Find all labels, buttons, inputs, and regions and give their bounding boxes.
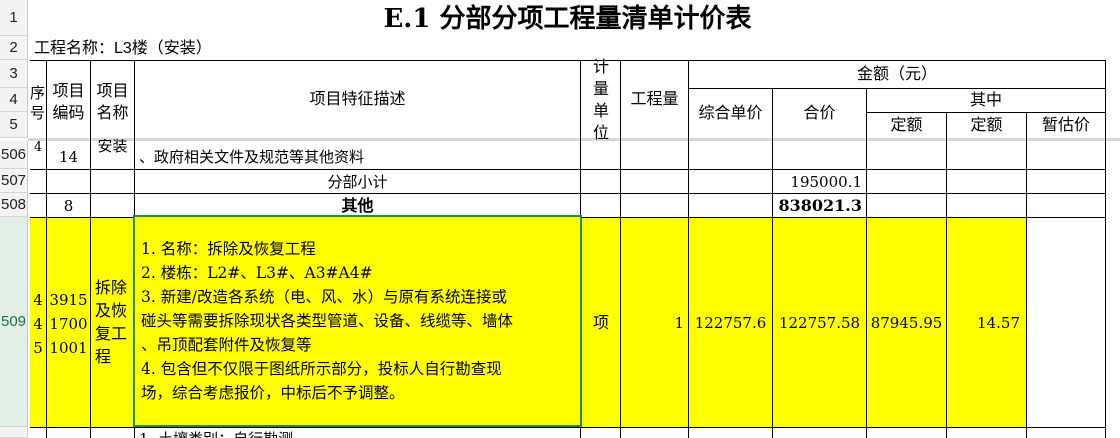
row509-item-name[interactable]: 拆除 及恢 复工 程 bbox=[91, 272, 134, 372]
row506-desc[interactable]: 、政府相关文件及规范等其他资料 bbox=[135, 146, 580, 168]
row-header-509[interactable]: 509 bbox=[0, 217, 28, 427]
header-of-which[interactable]: 其中 bbox=[867, 88, 1105, 112]
row509-seq[interactable]: 4 4 5 bbox=[30, 288, 46, 360]
row-509-bottom bbox=[30, 427, 1105, 428]
row509-name-line: 程 bbox=[95, 347, 112, 366]
row-header-507[interactable]: 507 bbox=[0, 169, 28, 193]
header-provisional[interactable]: 暂估价 bbox=[1027, 112, 1105, 138]
row-header-5[interactable]: 5 bbox=[0, 112, 28, 138]
row-header-3[interactable]: 3 bbox=[0, 60, 28, 88]
row-header-508[interactable]: 508 bbox=[0, 193, 28, 217]
row509-desc-selected-cell[interactable]: 1. 名称：拆除及恢复工程 2. 楼栋：L2#、L3#、A3#A4# 3. 新建… bbox=[133, 215, 582, 427]
row510-desc-partial[interactable]: 1. 土壤类别：自行勘测 bbox=[135, 429, 580, 438]
header-unit[interactable]: 计量单位 bbox=[590, 57, 612, 142]
row506-item-code[interactable]: 14 bbox=[47, 146, 90, 168]
row-header-506[interactable]: 506 bbox=[0, 141, 28, 169]
header-item-name[interactable]: 项目名称 bbox=[91, 72, 134, 132]
row509-name-line: 复工 bbox=[95, 324, 128, 343]
row509-desc-line: 碰头等需要拆除现状各类型管道、设备、线缆等、墙体 bbox=[141, 312, 514, 330]
row509-desc-line: 2. 楼栋：L2#、L3#、A3#A4# bbox=[141, 264, 373, 282]
row509-unit[interactable]: 项 bbox=[582, 218, 620, 427]
row509-total[interactable]: 122757.58 bbox=[773, 218, 866, 427]
row-header-2[interactable]: 2 bbox=[0, 36, 28, 60]
row509-desc-line: 场，综合考虑报价，中标后不予调整。 bbox=[141, 384, 405, 402]
header-amount[interactable]: 金额（元） bbox=[689, 60, 1105, 88]
header-quota-1[interactable]: 定额 bbox=[867, 112, 946, 138]
row508-label[interactable]: 其他 bbox=[135, 194, 580, 217]
row509-desc-line: 3. 新建/改造各系统（电、风、水）与原有系统连接或 bbox=[141, 288, 507, 306]
row509-provisional[interactable] bbox=[1027, 218, 1105, 427]
header-quota-2[interactable]: 定额 bbox=[947, 112, 1026, 138]
row509-code-line: 3915 bbox=[49, 291, 88, 309]
row509-code-line: 1700 bbox=[49, 315, 88, 333]
row-header-510[interactable] bbox=[0, 427, 28, 438]
row-header-1[interactable]: 1 bbox=[0, 0, 28, 36]
freeze-pane-divider bbox=[28, 138, 1120, 141]
col-divider-11 bbox=[1105, 60, 1106, 438]
row509-name-line: 及恢 bbox=[95, 301, 128, 320]
row509-item-code[interactable]: 3915 1700 1001 bbox=[47, 288, 90, 360]
row506-seq[interactable]: 4 bbox=[30, 140, 46, 155]
row509-desc-line: 4. 包含但不仅限于图纸所示部分，投标人自行勘查现 bbox=[141, 360, 502, 378]
row509-quantity[interactable]: 1 bbox=[621, 218, 688, 427]
row510-desc-text: 1. 土壤类别：自行勘测 bbox=[139, 430, 293, 438]
row509-quota-1[interactable]: 87945.95 bbox=[867, 218, 946, 427]
row508-total[interactable]: 838021.3 bbox=[773, 194, 866, 217]
sheet-title[interactable]: E.1 分部分项工程量清单计价表 bbox=[30, 2, 1105, 36]
row509-desc-line: 、吊顶配套附件及恢复等 bbox=[141, 336, 312, 354]
header-quantity[interactable]: 工程量 bbox=[621, 60, 688, 138]
header-total[interactable]: 合价 bbox=[773, 88, 866, 138]
row507-label[interactable]: 分部小计 bbox=[135, 170, 580, 193]
row508-item-code[interactable]: 8 bbox=[47, 194, 90, 217]
row509-desc-line: 1. 名称：拆除及恢复工程 bbox=[141, 240, 316, 258]
row507-total[interactable]: 195000.1 bbox=[773, 170, 866, 193]
header-item-code[interactable]: 项目编码 bbox=[47, 72, 90, 132]
header-seq[interactable]: 序号 bbox=[30, 82, 46, 124]
row509-seq-line: 4 bbox=[33, 291, 43, 309]
row509-unit-price[interactable]: 122757.6 bbox=[689, 218, 772, 427]
row-header-4[interactable]: 4 bbox=[0, 88, 28, 112]
row506-item-name[interactable]: 安装 bbox=[91, 139, 134, 155]
project-name[interactable]: 工程名称：L3楼（安装） bbox=[30, 38, 430, 60]
header-feature-desc[interactable]: 项目特征描述 bbox=[135, 60, 580, 138]
row509-code-line: 1001 bbox=[49, 339, 88, 357]
row509-seq-line: 4 bbox=[33, 315, 43, 333]
row509-quota-2[interactable]: 14.57 bbox=[947, 218, 1026, 427]
row509-seq-line: 5 bbox=[33, 339, 43, 357]
row509-name-line: 拆除 bbox=[95, 278, 128, 297]
header-unit-price[interactable]: 综合单价 bbox=[689, 88, 772, 138]
